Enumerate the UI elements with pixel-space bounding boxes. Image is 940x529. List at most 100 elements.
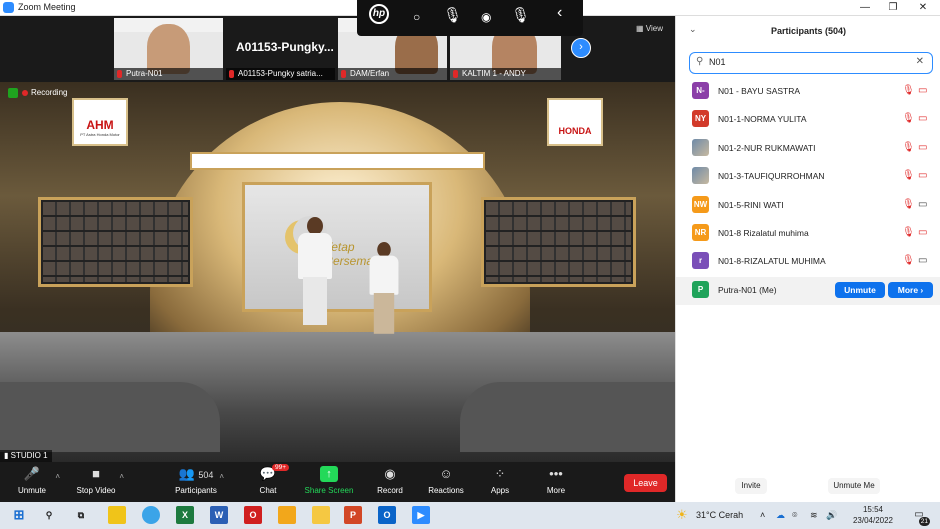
close-button[interactable]: ✕ [908, 0, 938, 16]
record-label: Record [377, 486, 403, 495]
minimize-button[interactable]: — [850, 0, 880, 16]
clear-search-icon[interactable]: ✕ [916, 56, 924, 67]
search-icon[interactable]: ⚲ [40, 506, 58, 524]
unmute-button[interactable]: 🎤 Unmute ˄ [2, 466, 62, 495]
chrome-icon[interactable] [142, 506, 160, 524]
file-explorer-icon[interactable] [312, 506, 330, 524]
row-unmute-button[interactable]: Unmute [835, 281, 885, 298]
clock-date: 23/04/2022 [852, 516, 894, 525]
shirt [369, 255, 399, 295]
camera-off-icon: ▭ [918, 141, 928, 153]
view-button[interactable]: ▦ View [636, 24, 663, 33]
apps-button[interactable]: ⁘ Apps [470, 466, 530, 495]
leave-button[interactable]: Leave [624, 474, 667, 492]
thumbnail-caption: A01153-Pungky satria... [226, 68, 335, 80]
more-icon: ••• [549, 466, 563, 481]
ahm-logo-subtext: PT Astra Honda Motor [80, 132, 120, 137]
active-speaker-label: ▮ STUDIO 1 [0, 450, 52, 462]
word-icon[interactable]: W [210, 506, 228, 524]
excel-icon[interactable]: X [176, 506, 194, 524]
camera-off-icon: ▭ [918, 227, 928, 238]
outlook-icon[interactable]: O [378, 506, 396, 524]
weather-icon: ☀ [676, 507, 688, 522]
restore-button[interactable]: ❐ [878, 0, 908, 16]
clock[interactable]: 15:54 23/04/2022 [845, 504, 901, 526]
more-button[interactable]: ••• More [526, 466, 586, 495]
task-view-icon[interactable]: ⧉ [72, 506, 90, 524]
mic-muted-icon: 🎙 [902, 113, 915, 125]
circle-icon[interactable]: ○ [413, 10, 420, 24]
participant-face [146, 24, 191, 74]
gridh [43, 202, 188, 282]
participant-search-field[interactable]: ⚲ N01 ✕ [689, 52, 933, 74]
avatar: NW [692, 195, 709, 213]
participant-name: N01-1-NORMA YULITA [718, 114, 807, 125]
windows-start-icon[interactable]: ⊞ [10, 506, 28, 524]
tray-arrow-icon[interactable]: ˄ [760, 510, 765, 520]
participant-row[interactable]: N- N01 - BAYU SASTRA 🎙 ▭ [676, 78, 940, 106]
notification-icon[interactable]: ▭ 21 [910, 506, 930, 526]
mic-muted-icon: 🎙 [902, 141, 915, 153]
mic-icon[interactable]: 🎙 [443, 6, 462, 24]
powerpoint-icon[interactable]: P [344, 506, 362, 524]
stage-steps-right [460, 382, 675, 452]
chat-button[interactable]: 💬 99+ Chat [238, 464, 298, 495]
participant-row[interactable]: N01-3-TAUFIQURROHMAN 🎙 ▭ [676, 163, 940, 191]
next-page-button[interactable]: › [571, 38, 591, 58]
participants-label: Participants [175, 486, 217, 495]
caret-up-icon[interactable]: ˄ [55, 472, 60, 481]
unmute-me-button[interactable]: Unmute Me [828, 478, 880, 494]
search-value[interactable]: N01 [709, 57, 726, 67]
studio-label: STUDIO 1 [10, 451, 48, 460]
thumbnail-putra[interactable]: Putra-N01 [114, 18, 223, 80]
weather-text[interactable]: 31°C Cerah [696, 510, 743, 520]
mic-muted-icon: 🎙 [902, 85, 915, 96]
zoom-app: Zoom Meeting — ❐ ✕ Putra-N01 A01153-Pung… [0, 0, 940, 529]
participant-row[interactable]: r N01-8-RIZALATUL MUHIMA 🎙 ▭ [676, 248, 940, 276]
ahm-logo: AHM PT Astra Honda Motor [72, 98, 128, 146]
hp-overlay-bar: hp ○ 🎙 ◉ 🎙 ‹ [357, 0, 583, 36]
zoom-taskbar-icon[interactable]: ▶ [412, 506, 430, 524]
mic-muted-icon: 🎙 [902, 255, 915, 267]
record-button[interactable]: ◉ Record [360, 466, 420, 495]
onedrive-icon[interactable]: ☁ [776, 510, 785, 521]
invite-button[interactable]: Invite [735, 478, 767, 494]
sponsor-banner [190, 152, 485, 170]
video-area: Putra-N01 A01153-Pungky... A01153-Pungky… [0, 0, 675, 462]
sticky-notes-icon[interactable] [108, 506, 126, 524]
participants-button[interactable]: 👥 504 Participants ˄ [166, 466, 226, 495]
share-screen-button[interactable]: ↑ Share Screen [299, 466, 359, 495]
reactions-icon: ☺ [439, 466, 453, 481]
clock-time: 15:54 [862, 505, 884, 514]
caret-up-icon[interactable]: ˄ [219, 472, 224, 481]
participant-row[interactable]: P Putra-N01 (Me) Unmute More › [676, 276, 940, 305]
stop-video-button[interactable]: ■ Stop Video ˄ [66, 466, 126, 495]
apps-label: Apps [490, 486, 510, 495]
record-dot-icon[interactable]: ◉ [481, 10, 491, 24]
network-icon[interactable]: ⌾ [792, 510, 797, 521]
participant-name: N01-8 Rizalatul muhima [718, 228, 809, 238]
participant-row[interactable]: NW N01-5-RINI WATI 🎙 ▭ [676, 192, 940, 220]
opera-icon[interactable]: O [244, 506, 262, 524]
participant-name: N01-5-RINI WATI [718, 199, 784, 210]
thumbnail-pungky[interactable]: A01153-Pungky... A01153-Pungky satria... [226, 18, 335, 80]
wifi-icon[interactable]: ≋ [810, 510, 818, 521]
more-label: More [546, 486, 566, 495]
powerbi-icon[interactable] [278, 506, 296, 524]
participant-row[interactable]: NR N01-8 Rizalatul muhima 🎙 ▭ [676, 220, 940, 248]
row-more-button[interactable]: More › [888, 281, 933, 298]
caret-up-icon[interactable]: ˄ [119, 472, 124, 481]
camera-off-icon: ▭ [918, 170, 928, 182]
ahm-logo-text: AHM [86, 118, 114, 132]
mic-active-icon[interactable]: 🎙 [511, 6, 530, 24]
volume-icon[interactable]: 🔊 [826, 510, 837, 521]
collapse-icon[interactable]: ‹ [557, 4, 562, 22]
reactions-button[interactable]: ☺ Reactions [416, 466, 476, 495]
windows-taskbar: ⊞ ⚲ ⧉ X W O P O ▶ ☀ 31°C Cerah ˄ ☁ ⌾ ≋ 🔊… [0, 502, 940, 529]
participant-row[interactable]: NY N01-1-NORMA YULITA 🎙 ▭ [676, 106, 940, 134]
hp-logo: hp [369, 4, 389, 24]
window-title: Zoom Meeting [18, 2, 76, 12]
participant-row[interactable]: N01-2-NUR RUKMAWATI 🎙 ▭ [676, 135, 940, 163]
participants-icon: 👥 504 [178, 466, 214, 481]
unmute-label: Unmute [17, 486, 46, 495]
